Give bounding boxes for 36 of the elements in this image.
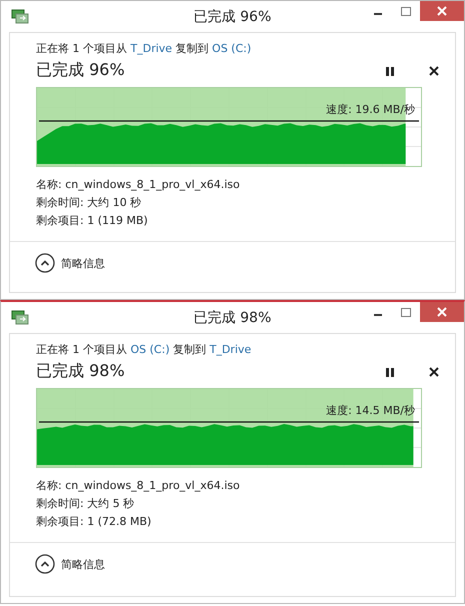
detail-line: 名称: cn_windows_8_1_pro_vl_x64.iso (36, 478, 241, 493)
cancel-button[interactable] (427, 364, 441, 378)
speed-label: 速度: 19.6 MB/秒 (326, 102, 415, 117)
maximize-icon (400, 6, 412, 18)
speed-label: 速度: 14.5 MB/秒 (326, 403, 415, 418)
cancel-button[interactable] (427, 64, 441, 78)
copy-description: 正在将 1 个项目从 T_Drive 复制到 OS (C:) (36, 41, 252, 56)
pause-icon (385, 366, 395, 376)
fewer-details-toggle[interactable]: 简略信息 (35, 554, 455, 574)
close-icon (437, 307, 447, 317)
collapse-icon (35, 554, 55, 574)
destination-link[interactable]: T_Drive (210, 343, 252, 356)
close-button[interactable] (420, 1, 464, 21)
detail-line: 剩余项目: 1 (72.8 MB) (36, 514, 152, 529)
copy-icon (11, 8, 29, 24)
copy-description: 正在将 1 个项目从 OS (C:) 复制到 T_Drive (36, 342, 252, 357)
progress-status: 已完成 96% (36, 60, 125, 81)
window-title: 已完成 98% (194, 310, 272, 326)
fewer-details-toggle[interactable]: 简略信息 (35, 253, 455, 273)
close-button[interactable] (420, 302, 464, 322)
detail-line: 剩余项目: 1 (119 MB) (36, 213, 149, 228)
pause-icon (385, 66, 395, 76)
collapse-icon (35, 253, 55, 273)
cancel-icon (429, 66, 439, 76)
detail-line: 名称: cn_windows_8_1_pro_vl_x64.iso (36, 177, 241, 192)
copy-icon (11, 310, 29, 326)
detail-line: 剩余时间: 大约 10 秒 (36, 195, 142, 210)
close-icon (437, 6, 447, 16)
destination-link[interactable]: OS (C:) (212, 42, 252, 55)
cancel-icon (429, 366, 439, 376)
window-title: 已完成 96% (194, 9, 272, 25)
progress-status: 已完成 98% (36, 361, 125, 382)
detail-line: 剩余时间: 大约 5 秒 (36, 496, 136, 511)
source-link[interactable]: T_Drive (130, 42, 172, 55)
maximize-icon (400, 307, 412, 319)
source-link[interactable]: OS (C:) (130, 343, 170, 356)
